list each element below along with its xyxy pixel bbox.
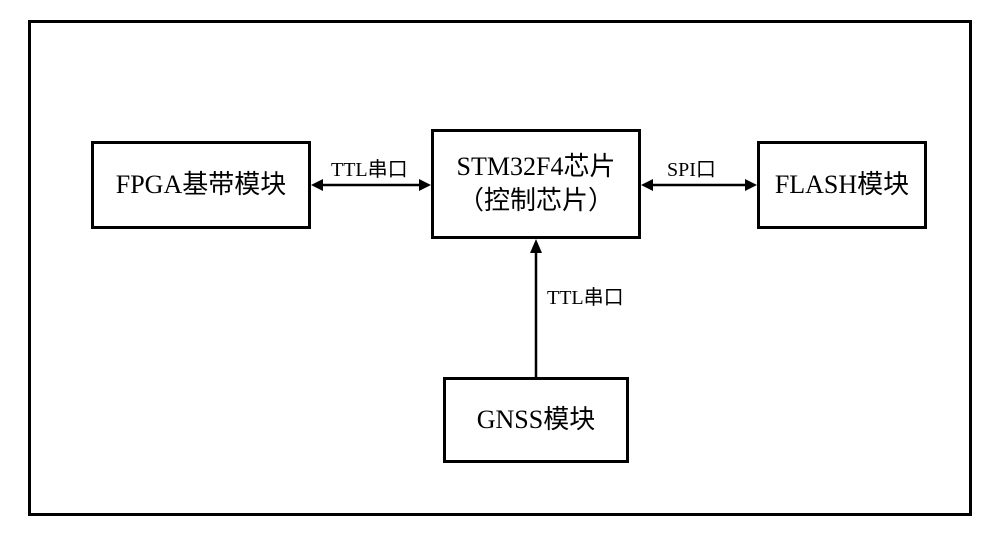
mcu-box: STM32F4芯片 （控制芯片） — [431, 129, 641, 239]
flash-box: FLASH模块 — [757, 141, 927, 229]
label-mcu-flash: SPI口 — [667, 153, 716, 182]
mcu-label-line2: （控制芯片） — [457, 184, 616, 218]
diagram-outer-frame: FPGA基带模块 STM32F4芯片 （控制芯片） FLASH模块 GNSS模块… — [28, 20, 972, 516]
label-gnss-mcu: TTL串口 — [547, 281, 624, 310]
gnss-box: GNSS模块 — [443, 377, 629, 463]
fpga-box: FPGA基带模块 — [91, 141, 311, 229]
label-fpga-mcu: TTL串口 — [331, 153, 408, 182]
mcu-label-line1: STM32F4芯片 — [457, 150, 616, 184]
flash-label: FLASH模块 — [775, 168, 909, 202]
fpga-label: FPGA基带模块 — [116, 168, 286, 202]
gnss-label: GNSS模块 — [477, 403, 595, 437]
arrow-gnss-mcu — [526, 239, 546, 377]
